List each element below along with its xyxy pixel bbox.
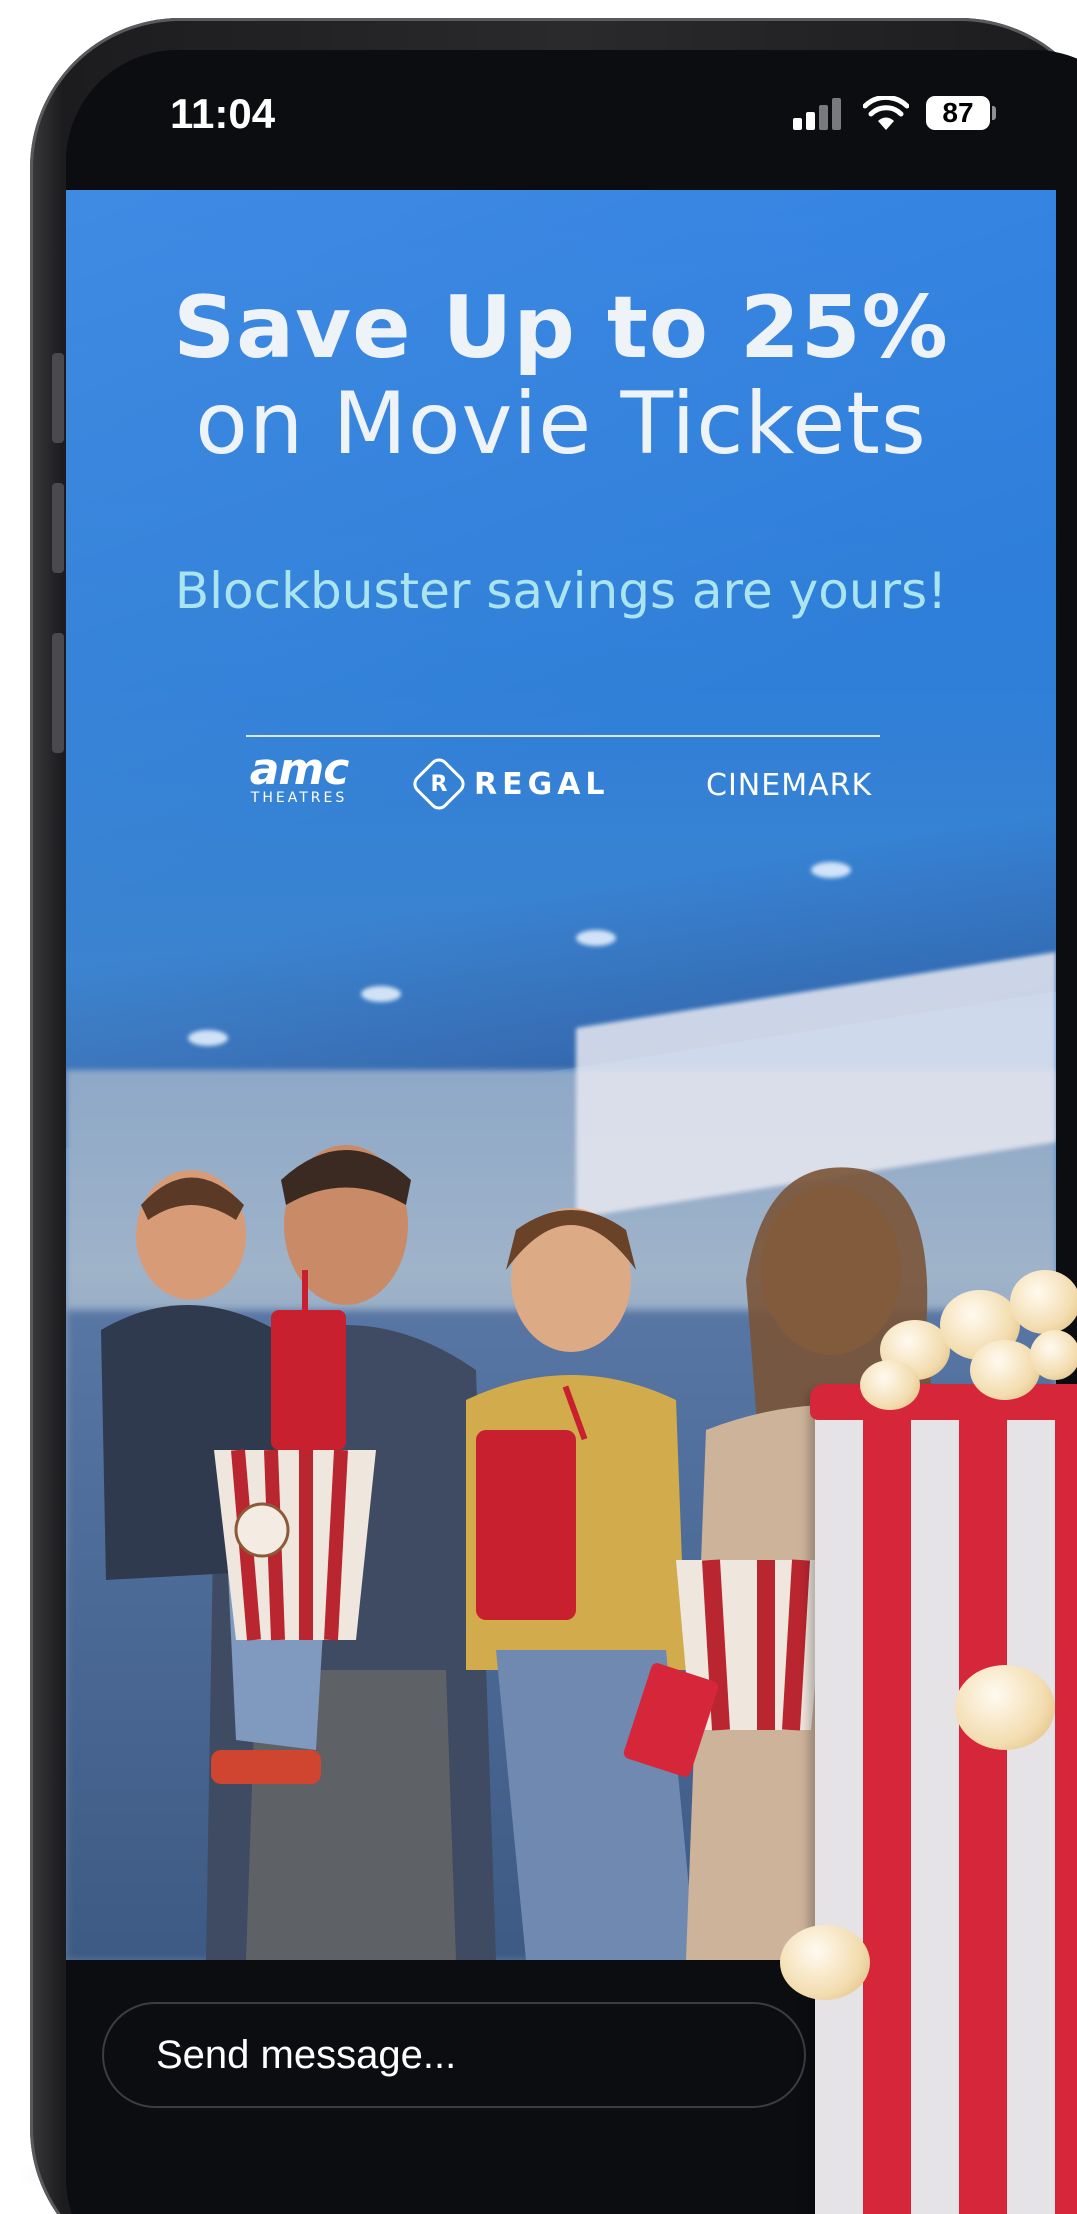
ad-canvas: 11:04 87 Save Up to 25% on Movie Tickets… bbox=[0, 0, 1077, 2214]
popcorn-bucket-rim bbox=[810, 1384, 1077, 1420]
popcorn-kernel bbox=[780, 1925, 870, 2000]
regal-mark-icon: R bbox=[409, 754, 469, 814]
drink-straw bbox=[302, 1270, 308, 1318]
boy-shoes bbox=[211, 1750, 321, 1784]
popcorn-kernel bbox=[860, 1360, 920, 1410]
girl-drink-cup bbox=[476, 1430, 576, 1620]
cellular-signal-icon bbox=[793, 96, 845, 130]
status-bar: 11:04 87 bbox=[66, 50, 1056, 190]
amc-logo: amc THEATRES bbox=[244, 744, 354, 807]
regal-wordmark: REGAL bbox=[474, 766, 610, 802]
volume-up-button bbox=[52, 483, 64, 573]
wifi-icon bbox=[863, 96, 909, 130]
popcorn-kernel bbox=[1010, 1270, 1077, 1334]
divider bbox=[246, 735, 880, 737]
ceiling-light bbox=[576, 930, 616, 946]
ceiling-light bbox=[361, 986, 401, 1002]
message-input[interactable]: Send message... bbox=[102, 2002, 806, 2108]
headline-line-1: Save Up to 25% bbox=[173, 278, 949, 378]
popcorn-kernel bbox=[1030, 1330, 1077, 1380]
theater-brands: amc THEATRES R REGAL CINEMARK bbox=[66, 744, 1056, 850]
status-time: 11:04 bbox=[170, 90, 276, 137]
promo-subheadline: Blockbuster savings are yours! bbox=[174, 562, 948, 620]
battery-icon: 87 bbox=[926, 96, 990, 130]
promo-headline: Save Up to 25% on Movie Tickets bbox=[66, 280, 1056, 472]
ceiling-light bbox=[188, 1030, 228, 1046]
headline-line-2: on Movie Tickets bbox=[195, 374, 927, 474]
popcorn-label bbox=[234, 1502, 290, 1558]
amc-logo-sub: THEATRES bbox=[250, 790, 348, 806]
cinemark-logo: CINEMARK bbox=[706, 768, 873, 803]
mute-switch bbox=[52, 353, 64, 443]
ceiling-light bbox=[811, 862, 851, 878]
popcorn-bucket-overlay bbox=[815, 1390, 1077, 2214]
drink-cup bbox=[271, 1310, 346, 1450]
amc-logo-main: amc bbox=[249, 744, 350, 795]
regal-logo: R REGAL bbox=[409, 754, 610, 814]
popcorn-kernel bbox=[970, 1340, 1040, 1400]
popcorn-kernel bbox=[955, 1665, 1055, 1750]
battery-nub bbox=[992, 106, 996, 120]
volume-down-button bbox=[52, 633, 64, 753]
